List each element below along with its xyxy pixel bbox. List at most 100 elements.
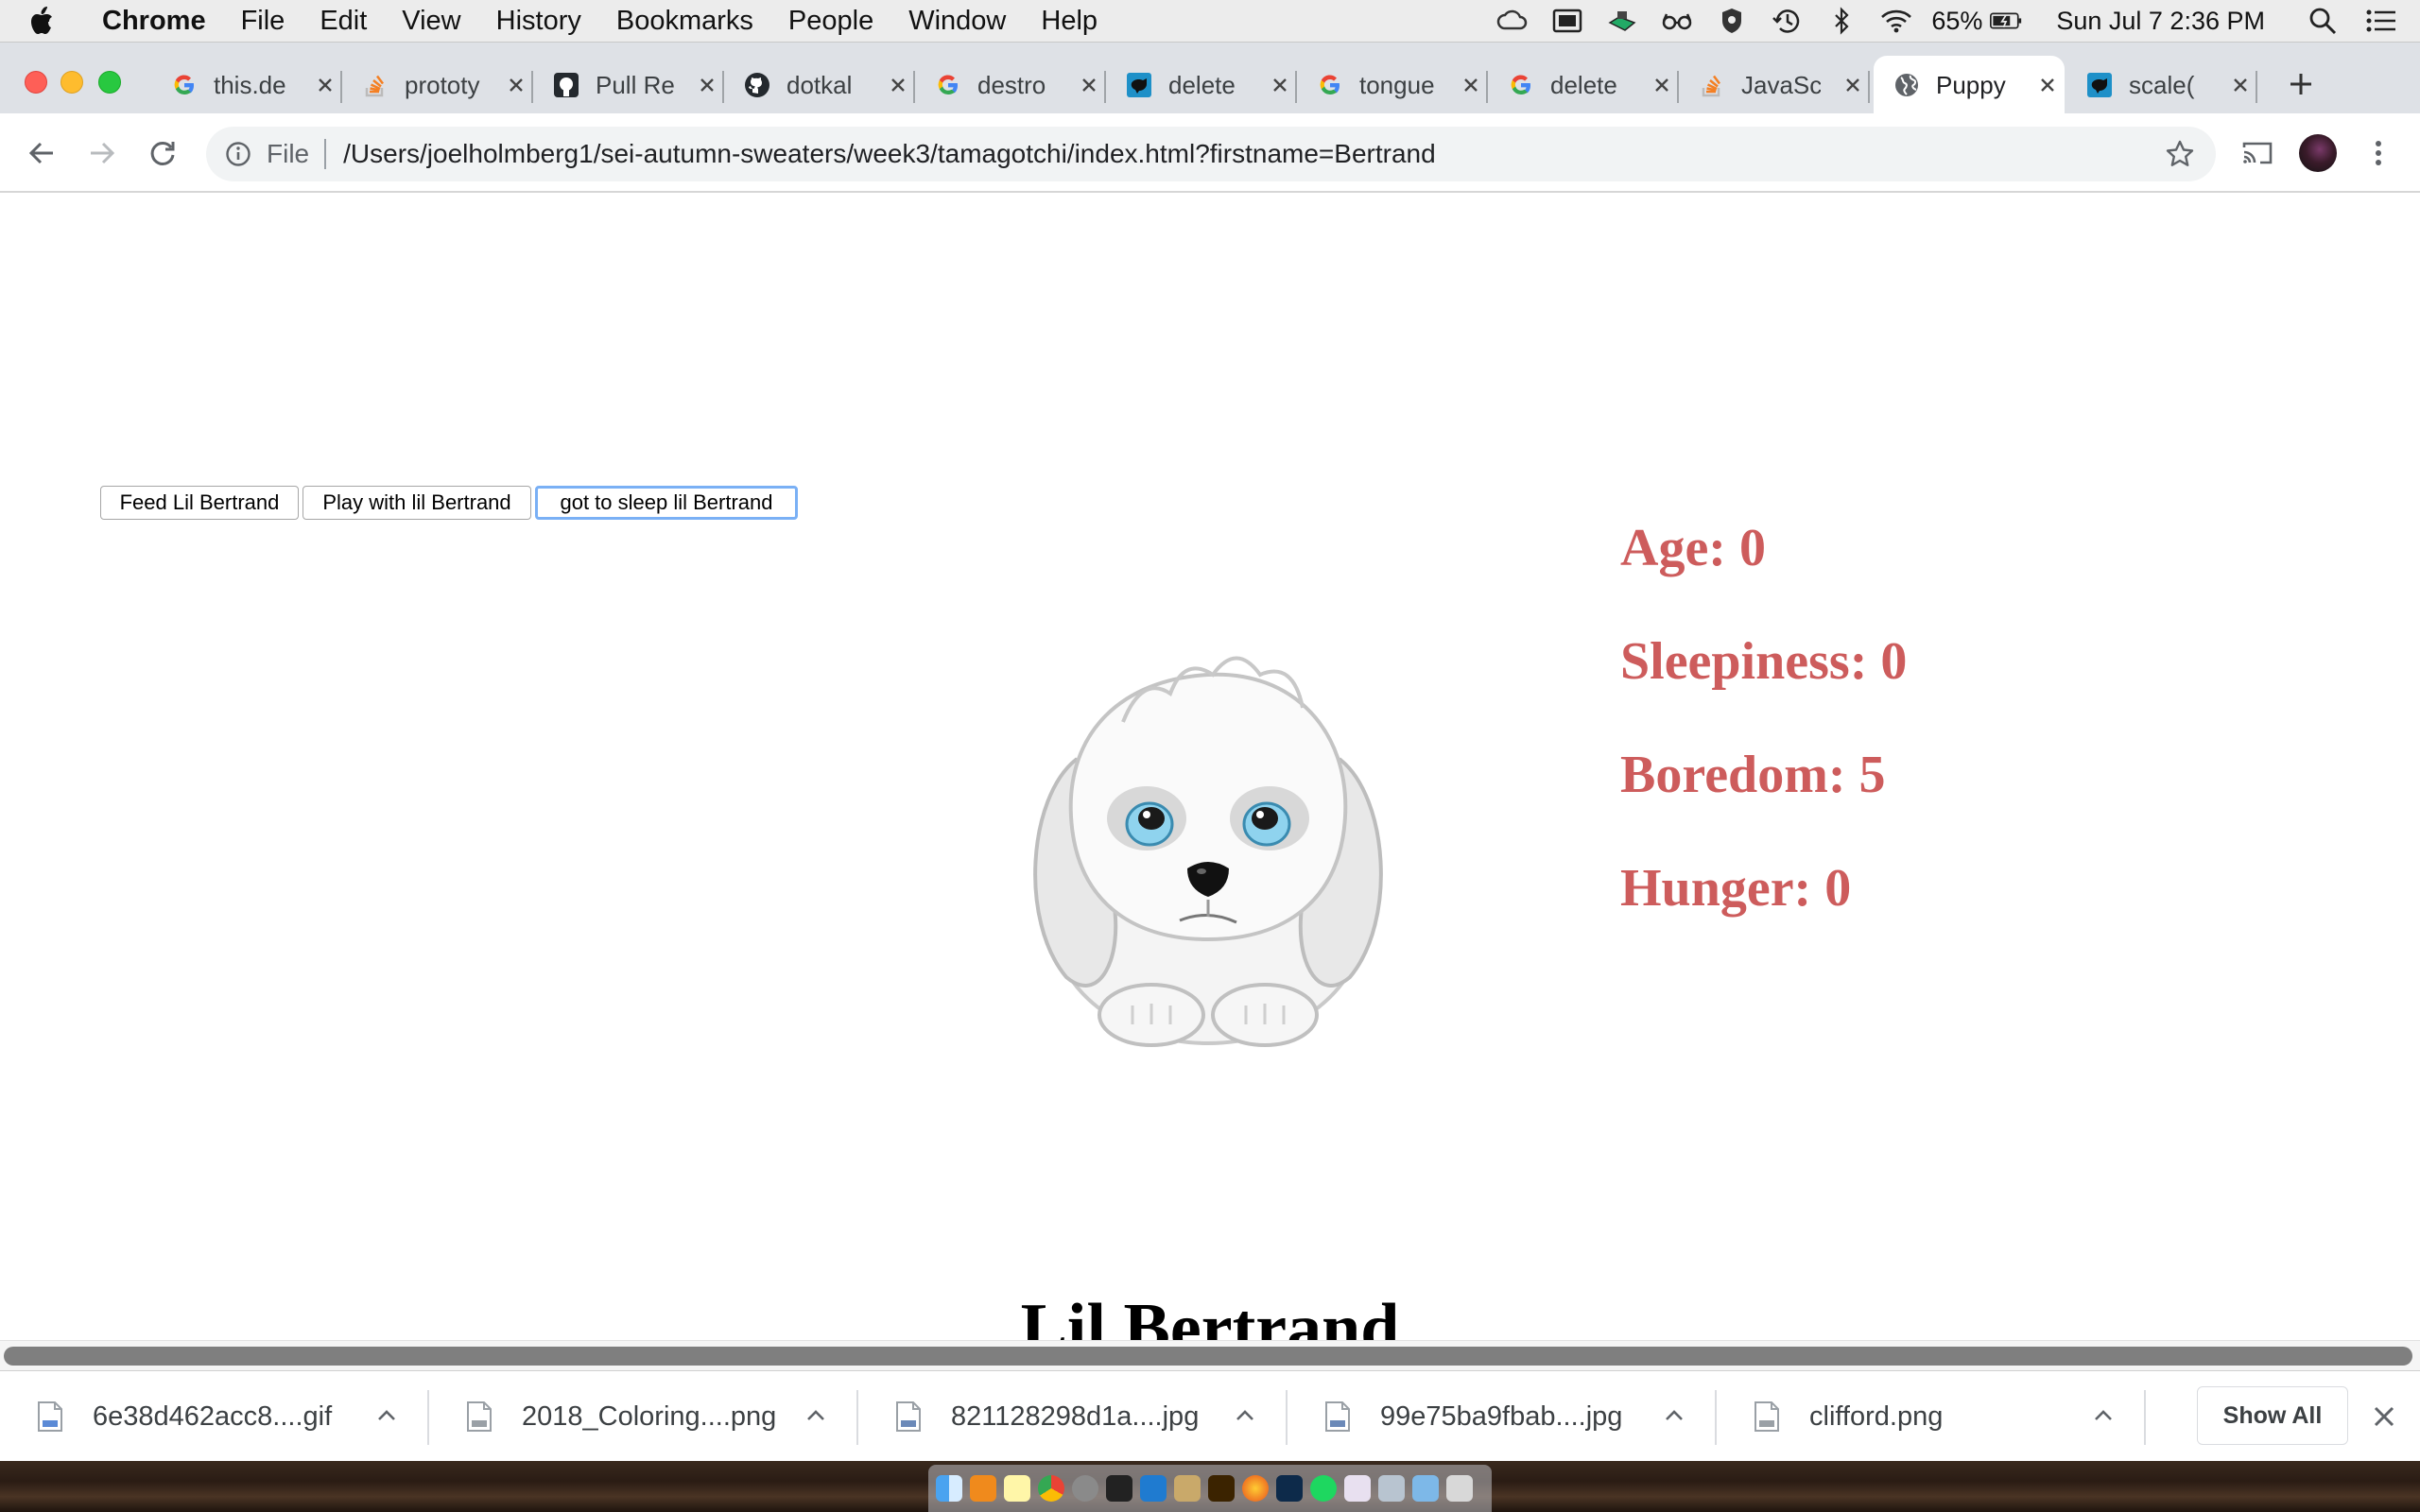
notification-center-icon[interactable] (2365, 7, 2397, 35)
close-tab-icon[interactable] (1841, 74, 1864, 96)
close-tab-icon[interactable] (1651, 74, 1673, 96)
menu-bar-status-area: 65% Sun Jul 7 2:36 PM (1474, 0, 2420, 42)
terminal-icon[interactable] (1106, 1475, 1132, 1502)
clock[interactable]: Sun Jul 7 2:36 PM (2056, 7, 2265, 36)
chevron-up-icon[interactable] (374, 1403, 399, 1428)
tab-8[interactable]: JavaSc (1679, 56, 1870, 114)
more-menu-icon[interactable] (2356, 130, 2401, 176)
vscode-icon[interactable] (1140, 1475, 1167, 1502)
sleep-button[interactable]: got to sleep lil Bertrand (535, 486, 798, 520)
menu-file[interactable]: File (241, 6, 285, 37)
chevron-up-icon[interactable] (804, 1403, 828, 1428)
play-button[interactable]: Play with lil Bertrand (302, 486, 531, 520)
close-icon[interactable] (2371, 1403, 2397, 1430)
tab-3[interactable]: dotkal (724, 56, 915, 114)
slack-icon[interactable] (1344, 1475, 1371, 1502)
profile-avatar[interactable] (2299, 134, 2337, 172)
dropbox-icon[interactable] (1606, 7, 1638, 35)
tab-4[interactable]: destro (915, 56, 1106, 114)
time-machine-icon[interactable] (1771, 7, 1803, 35)
tab-10[interactable]: scale( (2066, 56, 2257, 114)
apple-icon[interactable] (30, 6, 78, 36)
menu-view[interactable]: View (402, 6, 460, 37)
cast-icon[interactable] (2235, 130, 2280, 176)
stat-age: Age: 0 (1620, 519, 1766, 577)
vpn-shield-icon[interactable] (1716, 7, 1748, 35)
stat-hunger: Hunger: 0 (1620, 859, 1852, 918)
chevron-up-icon[interactable] (1662, 1403, 1686, 1428)
download-item-2[interactable]: 821128298d1a....jpg (858, 1371, 1288, 1462)
download-item-4[interactable]: clifford.png (1717, 1371, 2146, 1462)
maximize-window-button[interactable] (98, 71, 121, 94)
notes-icon[interactable] (1004, 1475, 1030, 1502)
download-item-1[interactable]: 2018_Coloring....png (429, 1371, 858, 1462)
show-all-downloads-button[interactable]: Show All (2197, 1386, 2348, 1445)
close-tab-icon[interactable] (887, 74, 909, 96)
horizontal-scrollbar[interactable] (0, 1340, 2420, 1370)
close-tab-icon[interactable] (1460, 74, 1482, 96)
tab-strip: this.de prototy Pull Re dotkal destro de… (0, 42, 2420, 114)
address-bar[interactable]: File /Users/joelholmberg1/sei-autumn-swe… (206, 127, 2216, 181)
menu-bookmarks[interactable]: Bookmarks (616, 6, 753, 37)
info-icon[interactable] (223, 139, 253, 169)
tab-2[interactable]: Pull Re (533, 56, 724, 114)
menu-help[interactable]: Help (1041, 6, 1098, 37)
glasses-icon[interactable] (1661, 7, 1693, 35)
github-square-icon (552, 71, 580, 99)
feed-button[interactable]: Feed Lil Bertrand (100, 486, 299, 520)
download-item-0[interactable]: 6e38d462acc8....gif (0, 1371, 429, 1462)
battery-icon[interactable] (1990, 7, 2022, 35)
close-tab-icon[interactable] (1269, 74, 1291, 96)
close-tab-icon[interactable] (696, 74, 718, 96)
close-tab-icon[interactable] (1078, 74, 1100, 96)
tab-7[interactable]: delete (1488, 56, 1679, 114)
tab-5[interactable]: delete (1106, 56, 1297, 114)
download-item-3[interactable]: 99e75ba9fbab....jpg (1288, 1371, 1717, 1462)
bookmark-star-icon[interactable] (2165, 139, 2195, 169)
display-icon[interactable] (1551, 7, 1583, 35)
back-icon[interactable] (19, 130, 64, 176)
minimize-window-button[interactable] (60, 71, 83, 94)
menu-people[interactable]: People (788, 6, 873, 37)
downloads-stack-icon[interactable] (1412, 1475, 1439, 1502)
vlc-icon[interactable] (970, 1475, 996, 1502)
bluetooth-icon[interactable] (1825, 7, 1858, 35)
scrollbar-thumb[interactable] (4, 1347, 2412, 1366)
tab-0[interactable]: this.de (151, 56, 342, 114)
chevron-up-icon[interactable] (2091, 1403, 2116, 1428)
close-tab-icon[interactable] (314, 74, 337, 96)
chevron-up-icon[interactable] (1233, 1403, 1257, 1428)
menu-history[interactable]: History (496, 6, 581, 37)
tab-6[interactable]: tongue (1297, 56, 1488, 114)
system-preferences-icon[interactable] (1072, 1475, 1098, 1502)
close-tab-icon[interactable] (2229, 74, 2252, 96)
png-file-icon (1754, 1401, 1779, 1432)
close-tab-icon[interactable] (505, 74, 527, 96)
reload-icon[interactable] (140, 130, 185, 176)
creative-cloud-icon[interactable] (1496, 7, 1529, 35)
tab-9[interactable]: Puppy (1874, 56, 2065, 114)
photoshop-icon[interactable] (1276, 1475, 1303, 1502)
forward-icon[interactable] (79, 130, 125, 176)
menu-app-name[interactable]: Chrome (102, 6, 206, 37)
finder-icon[interactable] (936, 1475, 962, 1502)
browser-toolbar: File /Users/joelholmberg1/sei-autumn-swe… (0, 113, 2420, 193)
new-tab-icon[interactable] (2280, 63, 2322, 105)
close-window-button[interactable] (25, 71, 47, 94)
wifi-icon[interactable] (1880, 7, 1912, 35)
tab-1[interactable]: prototy (342, 56, 533, 114)
download-filename: 2018_Coloring....png (522, 1400, 777, 1432)
close-tab-icon[interactable] (2036, 74, 2059, 96)
menu-edit[interactable]: Edit (320, 6, 367, 37)
url-text[interactable]: /Users/joelholmberg1/sei-autumn-sweaters… (343, 139, 1436, 169)
image-capture-icon[interactable] (1378, 1475, 1405, 1502)
jpeg-file-icon (1325, 1401, 1350, 1432)
preview-icon[interactable] (1174, 1475, 1201, 1502)
trash-icon[interactable] (1446, 1475, 1473, 1502)
firefox-icon[interactable] (1242, 1475, 1269, 1502)
chrome-icon[interactable] (1038, 1475, 1064, 1502)
spotify-icon[interactable] (1310, 1475, 1337, 1502)
illustrator-icon[interactable] (1208, 1475, 1235, 1502)
spotlight-icon[interactable] (2307, 7, 2339, 35)
menu-window[interactable]: Window (908, 6, 1006, 37)
